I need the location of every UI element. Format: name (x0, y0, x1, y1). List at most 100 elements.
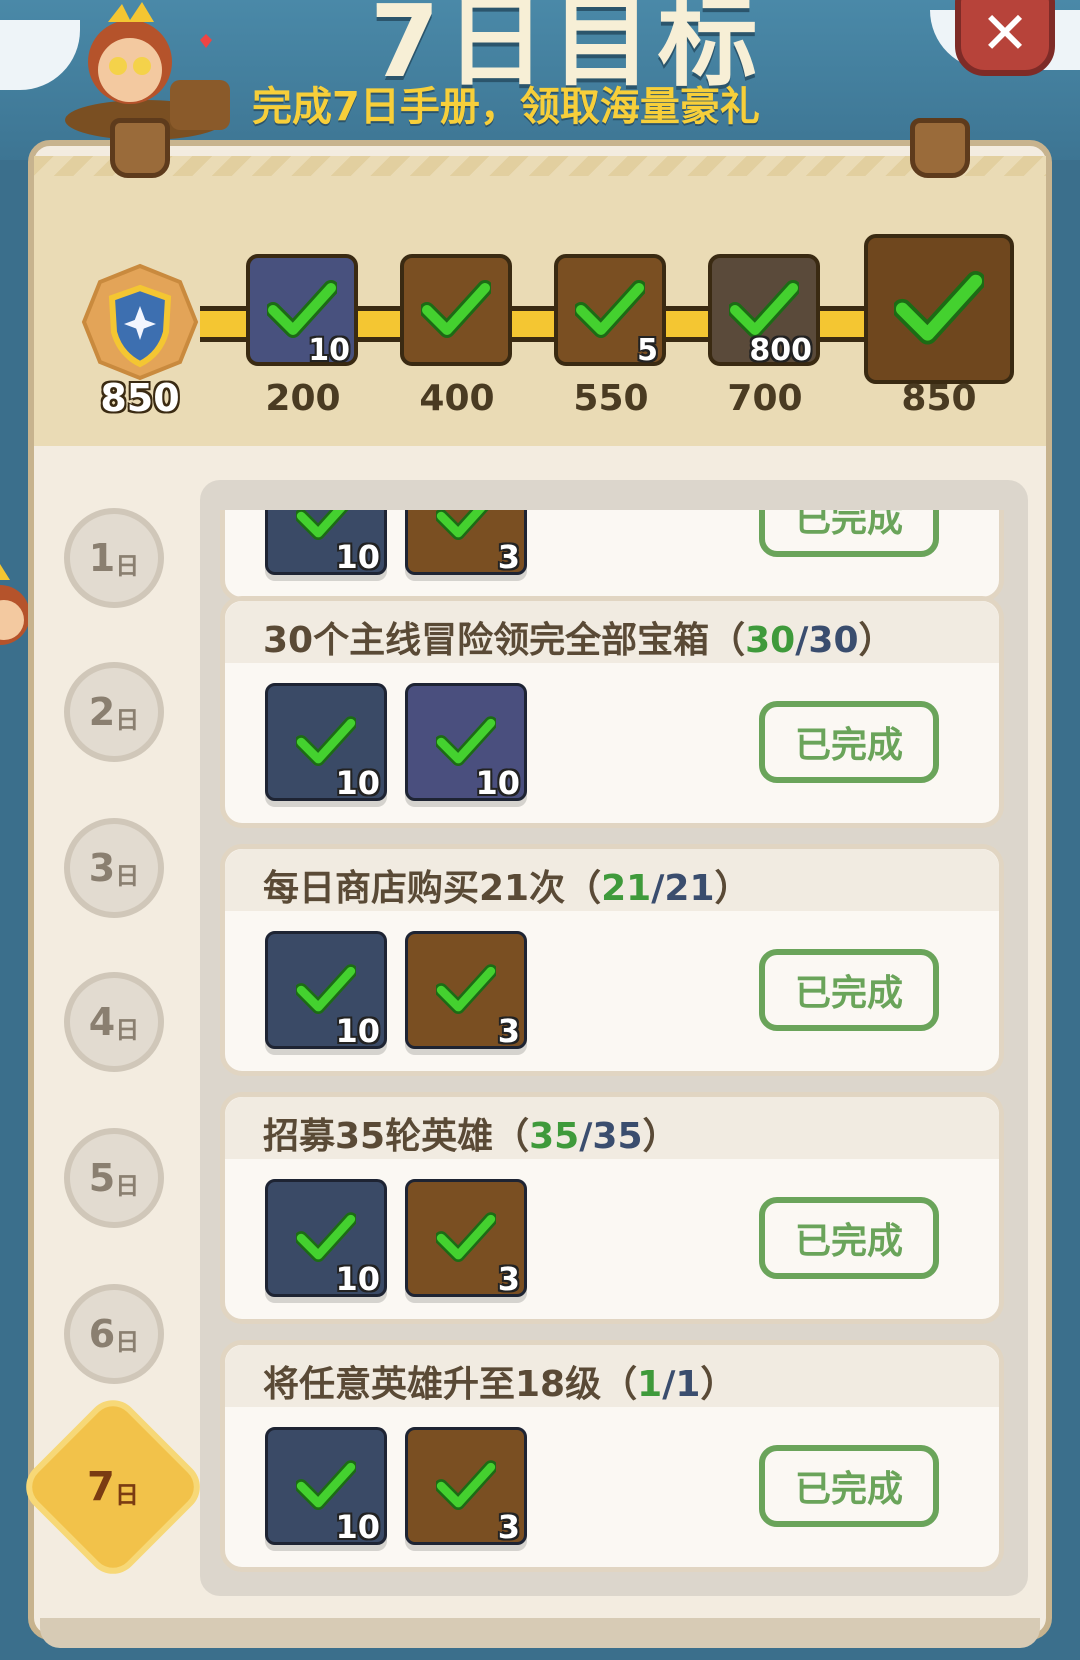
close-icon: ✕ (980, 0, 1030, 67)
day-tab-4[interactable]: 4日 (64, 972, 164, 1072)
reward-item[interactable]: 3 (405, 1179, 527, 1298)
page-subtitle: 完成7日手册，领取海量豪礼 (252, 84, 760, 130)
check-icon (296, 716, 356, 766)
milestone-points: 700 (727, 378, 803, 419)
check-icon (296, 1212, 356, 1262)
task-card: 每日商店购买21次（21/21） 10 3 已完成 (220, 844, 1004, 1076)
check-icon (729, 280, 799, 338)
reward-qty: 3 (497, 538, 520, 576)
task-progress-current: 30 (745, 620, 796, 661)
milestone-points: 850 (901, 378, 977, 419)
day-tab-number: 4 (88, 1000, 116, 1044)
milestone-qty: 5 (637, 333, 658, 368)
completed-button[interactable]: 已完成 (759, 949, 939, 1031)
reward-item[interactable]: 10 (265, 931, 387, 1050)
reward-item[interactable]: 10 (405, 683, 527, 802)
milestone-reward-200[interactable]: 10 (246, 254, 358, 368)
day-tab-unit: 日 (114, 1480, 139, 1509)
reward-item[interactable]: 3 (405, 1427, 527, 1546)
task-card-header: 招募35轮英雄（35/35） (225, 1097, 999, 1159)
day-tab-unit: 日 (115, 705, 140, 734)
day-tab-number: 6 (88, 1312, 116, 1356)
check-icon (436, 964, 496, 1014)
reward-item[interactable]: 3 (405, 931, 527, 1050)
milestone-points: 550 (573, 378, 649, 419)
day-tab-number: 5 (88, 1156, 116, 1200)
pin-left-icon (110, 118, 170, 178)
reward-item[interactable]: 10 (265, 683, 387, 802)
close-button[interactable]: ✕ (955, 0, 1055, 76)
task-title-text: 每日商店购买21次 (263, 868, 566, 909)
completed-button[interactable]: 已完成 (759, 701, 939, 783)
task-title: 每日商店购买21次（21/21） (263, 868, 751, 909)
task-title: 30个主线冒险领完全部宝箱（30/30） (263, 620, 895, 661)
reward-qty: 10 (335, 538, 380, 576)
task-card-header: 每日商店购买21次（21/21） (225, 849, 999, 911)
check-icon (296, 1460, 356, 1510)
day-tab-number: 7 (87, 1464, 115, 1510)
task-card: 将任意英雄升至18级（1/1） 10 3 已完成 (220, 1340, 1004, 1572)
reward-qty: 10 (475, 764, 520, 802)
reward-item[interactable]: 10 (265, 510, 387, 576)
frame-bottom-edge (40, 1618, 1040, 1648)
task-progress-total: 1 (675, 1364, 701, 1405)
day-tab-unit: 日 (115, 1171, 140, 1200)
day-tab-number: 2 (88, 690, 116, 734)
reward-qty: 3 (497, 1012, 520, 1050)
task-card: 30个主线冒险领完全部宝箱（30/30） 10 10 已完成 (220, 596, 1004, 828)
reward-item[interactable]: 3 (405, 510, 527, 576)
day-tab-number: 3 (88, 846, 116, 890)
task-title-text: 30个主线冒险领完全部宝箱 (263, 620, 710, 661)
day-tab-1[interactable]: 1日 (64, 508, 164, 608)
check-icon (436, 716, 496, 766)
completed-button[interactable]: 已完成 (759, 1445, 939, 1527)
task-progress-separator: / (579, 1116, 593, 1157)
task-progress-total: 35 (592, 1116, 643, 1157)
check-icon (421, 280, 491, 338)
day-tab-6[interactable]: 6日 (64, 1284, 164, 1384)
task-card-header: 将任意英雄升至18级（1/1） (225, 1345, 999, 1407)
milestone-points: 400 (419, 378, 495, 419)
check-icon (436, 1460, 496, 1510)
check-icon (575, 280, 645, 338)
task-progress-total: 21 (664, 868, 715, 909)
completed-button[interactable]: 已完成 (759, 1197, 939, 1279)
milestone-qty: 10 (308, 333, 350, 368)
reward-qty: 3 (497, 1260, 520, 1298)
task-card-header: 30个主线冒险领完全部宝箱（30/30） (225, 601, 999, 663)
task-progress-separator: / (651, 868, 665, 909)
day-tab-unit: 日 (115, 551, 140, 580)
day-tab-unit: 日 (115, 1327, 140, 1356)
day-tab-2[interactable]: 2日 (64, 662, 164, 762)
milestone-qty: 800 (749, 333, 812, 368)
task-title: 招募35轮英雄（35/35） (263, 1116, 679, 1157)
task-progress-total: 30 (808, 620, 859, 661)
reward-item[interactable]: 10 (265, 1427, 387, 1546)
milestone-reward-550[interactable]: 5 (554, 254, 666, 368)
task-list[interactable]: 10 3 已完成 30个主线冒险领完全部宝箱（30/30） 10 10 已完成 … (200, 510, 1028, 1590)
task-progress-current: 21 (601, 868, 652, 909)
milestone-reward-850-chest[interactable] (864, 234, 1014, 384)
check-icon (894, 271, 984, 345)
reward-qty: 10 (335, 1508, 380, 1546)
completed-button[interactable]: 已完成 (759, 510, 939, 557)
reward-qty: 3 (497, 1508, 520, 1546)
task-progress-current: 35 (529, 1116, 580, 1157)
milestone-reward-700[interactable]: 800 (708, 254, 820, 368)
task-progress-current: 1 (637, 1364, 663, 1405)
reward-item[interactable]: 10 (265, 1179, 387, 1298)
current-score: 850 (100, 376, 180, 420)
task-title-text: 招募35轮英雄 (263, 1116, 494, 1157)
day-tab-3[interactable]: 3日 (64, 818, 164, 918)
reward-qty: 10 (335, 1012, 380, 1050)
task-card: 10 3 已完成 (220, 510, 1004, 602)
day-tab-5[interactable]: 5日 (64, 1128, 164, 1228)
check-icon (436, 1212, 496, 1262)
check-icon (296, 964, 356, 1014)
day-tab-number: 1 (88, 536, 116, 580)
task-progress-separator: / (662, 1364, 676, 1405)
score-shield-icon (81, 263, 199, 381)
milestone-reward-400[interactable] (400, 254, 512, 366)
reward-qty: 10 (335, 764, 380, 802)
day-tab-unit: 日 (115, 861, 140, 890)
